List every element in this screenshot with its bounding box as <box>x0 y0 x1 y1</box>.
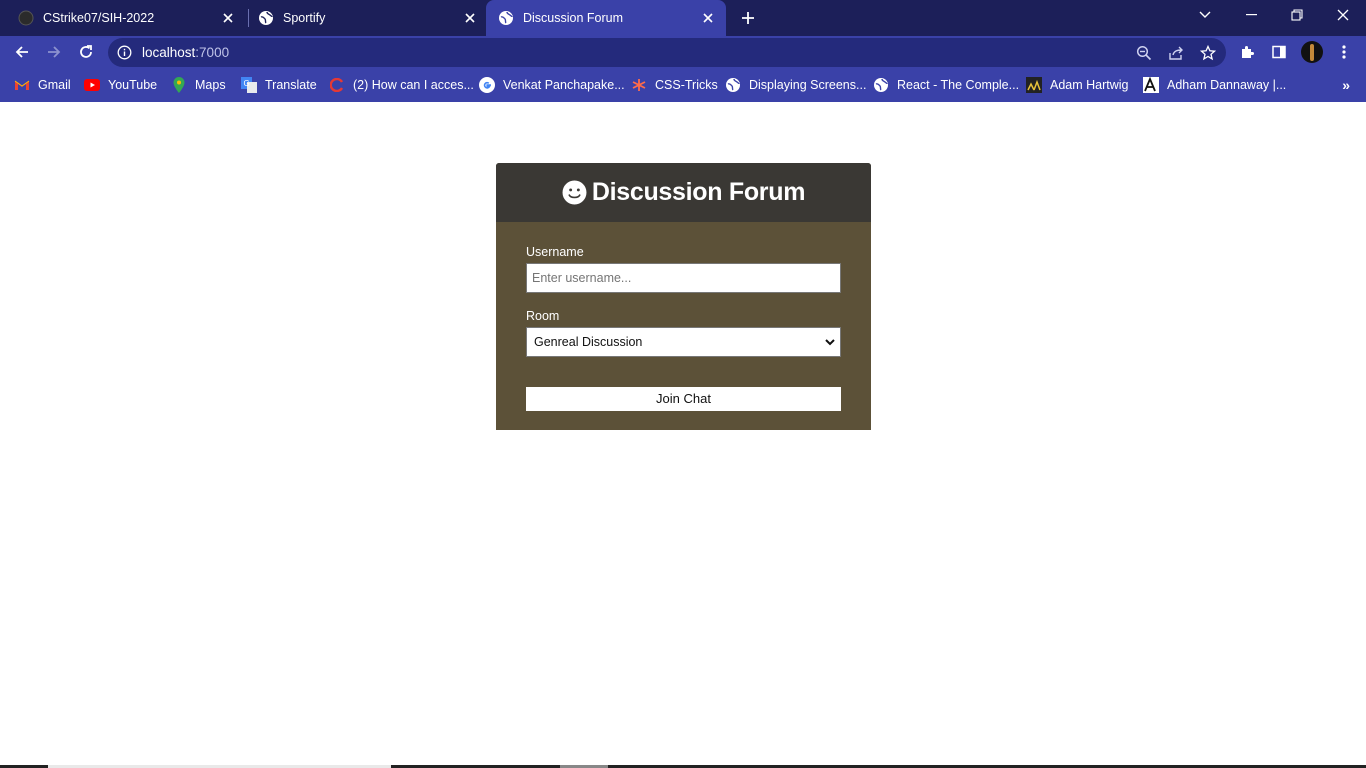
profile-avatar[interactable] <box>1301 41 1323 63</box>
room-select[interactable]: Genreal Discussion <box>526 327 841 357</box>
bookmark-label: Displaying Screens... <box>749 78 867 92</box>
bookmark-maps[interactable]: Maps <box>171 76 226 94</box>
bookmarks-overflow-icon[interactable]: » <box>1342 77 1350 93</box>
zoom-icon[interactable] <box>1135 44 1153 62</box>
bookmark-label: Adam Hartwig <box>1050 78 1129 92</box>
browser-titlebar: CStrike07/SIH-2022 Sportify Discussion F… <box>0 0 1366 36</box>
tab-github[interactable]: CStrike07/SIH-2022 <box>0 0 246 36</box>
bookmark-label: Maps <box>195 78 226 92</box>
bookmark-venkat[interactable]: Venkat Panchapake... <box>479 76 625 94</box>
page-title: Discussion Forum <box>591 178 806 206</box>
room-label: Room <box>526 309 560 323</box>
bookmark-label: YouTube <box>108 78 158 92</box>
star-icon[interactable] <box>1199 44 1217 62</box>
bookmarks-bar: Gmail YouTube Maps G Translate (2) How c… <box>0 68 1366 102</box>
side-panel-icon[interactable] <box>1269 42 1289 62</box>
svg-text:G: G <box>244 79 250 88</box>
bookmark-label: Gmail <box>38 78 71 92</box>
username-label: Username <box>526 245 584 259</box>
address-bar[interactable]: localhost:7000 <box>108 38 1226 67</box>
tab-title: Sportify <box>283 11 326 25</box>
tab-discussion-forum[interactable]: Discussion Forum <box>486 0 726 36</box>
globe-icon <box>873 77 889 93</box>
bookmark-label: Translate <box>265 78 317 92</box>
globe-icon <box>258 10 274 26</box>
bookmark-icon <box>329 77 345 93</box>
forward-button[interactable] <box>42 40 66 64</box>
bookmark-adham-dannaway[interactable]: Adham Dannaway |... <box>1143 76 1286 94</box>
bookmark-translate[interactable]: G Translate <box>241 76 317 94</box>
room-selected-value: Genreal Discussion <box>534 335 643 349</box>
bookmark-react[interactable]: React - The Comple... <box>873 76 1019 94</box>
tab-search-button[interactable] <box>1182 0 1228 30</box>
url-port: :7000 <box>195 45 230 60</box>
maps-icon <box>171 77 187 93</box>
tab-sportify[interactable]: Sportify <box>240 0 488 36</box>
youtube-icon <box>84 77 100 93</box>
username-input[interactable] <box>526 263 841 293</box>
globe-icon <box>498 10 514 26</box>
new-tab-button[interactable] <box>738 8 758 28</box>
join-card: Discussion Forum Username Room Genreal D… <box>496 163 871 430</box>
reload-button[interactable] <box>74 40 98 64</box>
bookmark-icon <box>1143 77 1159 93</box>
github-icon <box>18 10 34 26</box>
bookmark-label: CSS-Tricks <box>655 78 718 92</box>
close-icon[interactable] <box>462 10 478 26</box>
bookmark-label: React - The Comple... <box>897 78 1020 92</box>
bookmark-css-tricks[interactable]: CSS-Tricks <box>631 76 718 94</box>
smile-icon <box>562 180 587 205</box>
chevron-down-icon <box>825 339 835 346</box>
restore-button[interactable] <box>1274 0 1320 30</box>
bookmark-gmail[interactable]: Gmail <box>14 76 71 94</box>
tab-title: CStrike07/SIH-2022 <box>43 11 155 25</box>
share-icon[interactable] <box>1167 44 1185 62</box>
join-chat-button[interactable]: Join Chat <box>526 387 841 411</box>
close-icon[interactable] <box>220 10 236 26</box>
bookmark-how-can-i-access[interactable]: (2) How can I acces... <box>329 76 474 94</box>
close-window-button[interactable] <box>1320 0 1366 30</box>
info-icon[interactable] <box>117 45 132 60</box>
browser-toolbar: localhost:7000 <box>0 36 1366 68</box>
bookmark-label: Venkat Panchapake... <box>503 78 625 92</box>
translate-icon: G <box>241 77 257 93</box>
gmail-icon <box>14 77 30 93</box>
bookmark-label: Adham Dannaway |... <box>1167 78 1287 92</box>
url-host: localhost <box>142 45 196 60</box>
card-header: Discussion Forum <box>496 163 871 222</box>
extensions-icon[interactable] <box>1237 42 1257 62</box>
css-tricks-icon <box>631 77 647 93</box>
close-icon[interactable] <box>700 10 716 26</box>
globe-icon <box>725 77 741 93</box>
bookmark-icon <box>1026 77 1042 93</box>
back-button[interactable] <box>10 40 34 64</box>
bookmark-displaying-screens[interactable]: Displaying Screens... <box>725 76 866 94</box>
minimize-button[interactable] <box>1228 0 1274 30</box>
bookmark-adam-hartwig[interactable]: Adam Hartwig <box>1026 76 1129 94</box>
bookmark-label: (2) How can I acces... <box>353 78 474 92</box>
url-text[interactable]: localhost:7000 <box>142 45 229 60</box>
bookmark-youtube[interactable]: YouTube <box>84 76 157 94</box>
menu-icon[interactable] <box>1334 42 1354 62</box>
join-form: Username Room Genreal Discussion Join Ch… <box>496 222 871 411</box>
google-icon <box>479 77 495 93</box>
tab-title: Discussion Forum <box>523 11 624 25</box>
